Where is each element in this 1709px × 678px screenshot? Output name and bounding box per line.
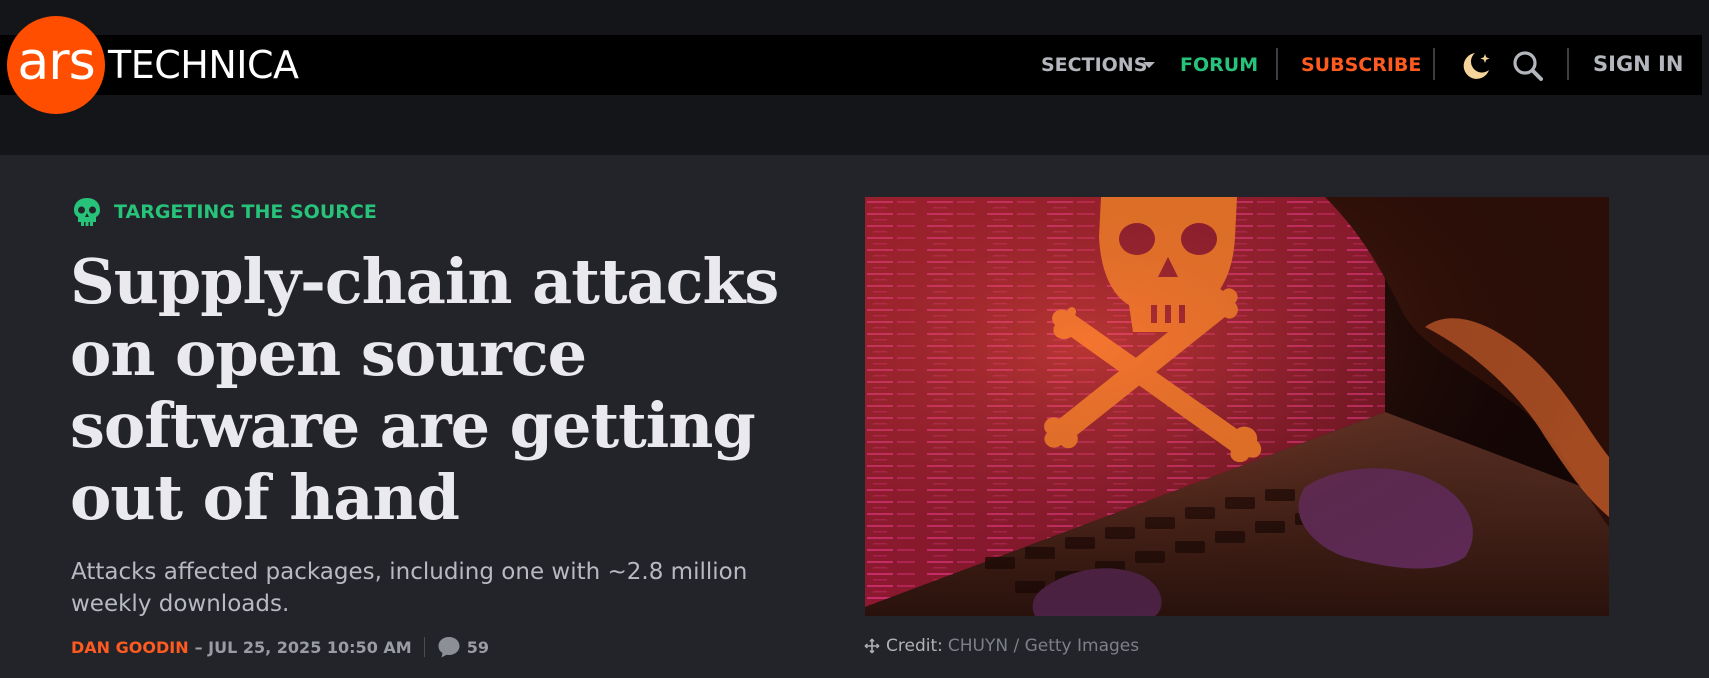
- publish-date: – JUL 25, 2025 10:50 AM: [194, 637, 412, 657]
- expand-arrows-icon[interactable]: [864, 638, 880, 654]
- chevron-down-icon[interactable]: [1143, 62, 1155, 68]
- skull-icon: [70, 196, 104, 228]
- hero-image[interactable]: [865, 197, 1609, 616]
- subscribe-link[interactable]: SUBSCRIBE: [1301, 52, 1421, 78]
- byline-divider: [423, 637, 425, 657]
- nav-divider: [1567, 48, 1569, 80]
- comments-link[interactable]: 59: [437, 635, 489, 659]
- article-kicker[interactable]: TARGETING THE SOURCE: [114, 198, 377, 226]
- article-headline: Supply-chain attacks on open source soft…: [70, 245, 779, 534]
- sign-in-link[interactable]: SIGN IN: [1593, 51, 1683, 77]
- search-icon[interactable]: [1510, 48, 1546, 84]
- logo-wordmark[interactable]: TECHNICA: [108, 43, 299, 87]
- nav-divider: [1276, 48, 1278, 80]
- nav-divider: [1433, 48, 1435, 80]
- moon-sparkle-icon[interactable]: [1458, 48, 1494, 84]
- author-link[interactable]: DAN GOODIN: [71, 638, 189, 657]
- credit-label: Credit:: [886, 636, 943, 656]
- sections-menu-button[interactable]: SECTIONS: [1041, 52, 1147, 78]
- article-dek: Attacks affected packages, including one…: [71, 559, 748, 617]
- credit-source[interactable]: CHUYN / Getty Images: [948, 633, 1139, 659]
- byline: DAN GOODIN – JUL 25, 2025 10:50 AM 59: [71, 634, 489, 660]
- comment-bubble-icon: [438, 637, 460, 658]
- comment-count: 59: [466, 637, 489, 657]
- image-credit: Credit: CHUYN / Getty Images: [864, 633, 1139, 659]
- forum-link[interactable]: FORUM: [1180, 52, 1258, 78]
- logo-mark[interactable]: ars: [7, 16, 105, 114]
